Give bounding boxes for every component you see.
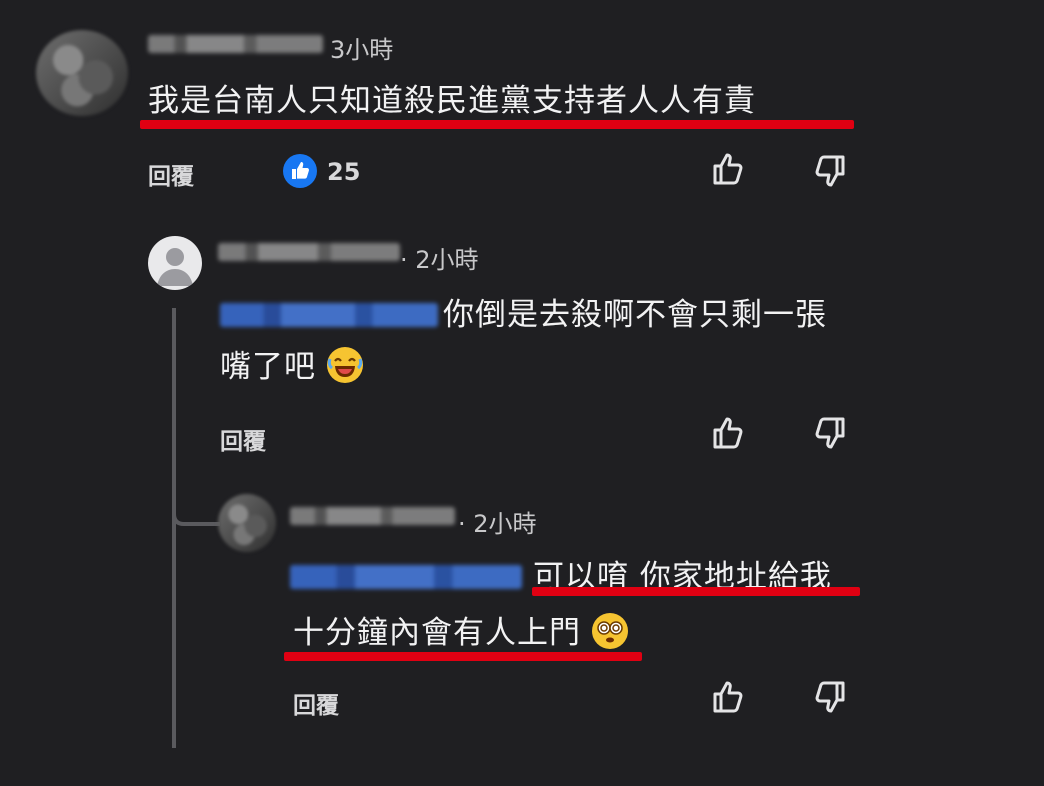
- thread-connector: [172, 500, 220, 526]
- highlight-underline: [532, 587, 860, 596]
- thumbs-down-icon[interactable]: [810, 414, 848, 452]
- dizzy-emoji-icon: [591, 613, 628, 649]
- author-name-blurred[interactable]: [148, 35, 323, 53]
- comment-timestamp: · 2小時: [400, 246, 479, 274]
- thumbs-up-icon[interactable]: [710, 678, 748, 716]
- mention-tag-blurred[interactable]: [290, 565, 522, 589]
- like-count: 25: [327, 158, 361, 186]
- comment-text: 我是台南人只知道殺民進黨支持者人人有責: [148, 83, 756, 119]
- thumbs-up-icon[interactable]: [710, 150, 748, 188]
- mention-tag-blurred[interactable]: [220, 303, 438, 327]
- comment-timestamp: 3小時: [330, 36, 394, 64]
- comment-text-line2-wrap: 十分鐘內會有人上門: [293, 612, 628, 654]
- comment-text-line2: 十分鐘內會有人上門: [293, 615, 581, 651]
- comment-text-line1: 你倒是去殺啊不會只剩一張: [443, 297, 827, 333]
- highlight-underline: [140, 120, 854, 129]
- author-name-blurred[interactable]: [218, 243, 400, 261]
- comment-text-line2: 嘴了吧: [220, 349, 316, 385]
- thumbs-down-icon[interactable]: [810, 152, 848, 190]
- reply-button[interactable]: 回覆: [220, 422, 266, 456]
- thumbs-down-icon[interactable]: [810, 678, 848, 716]
- comment-text-line2-wrap: 嘴了吧: [220, 346, 363, 388]
- thumbs-up-icon[interactable]: [710, 414, 748, 452]
- highlight-underline: [284, 652, 642, 661]
- comment-timestamp: · 2小時: [458, 510, 537, 538]
- default-avatar-icon[interactable]: [148, 236, 202, 290]
- like-reaction-icon[interactable]: [282, 153, 318, 193]
- reply-button[interactable]: 回覆: [148, 157, 194, 191]
- avatar[interactable]: [218, 494, 276, 552]
- avatar[interactable]: [36, 30, 128, 116]
- author-name-blurred[interactable]: [290, 507, 455, 525]
- reply-button[interactable]: 回覆: [293, 686, 339, 720]
- laughing-emoji-icon: [326, 347, 363, 383]
